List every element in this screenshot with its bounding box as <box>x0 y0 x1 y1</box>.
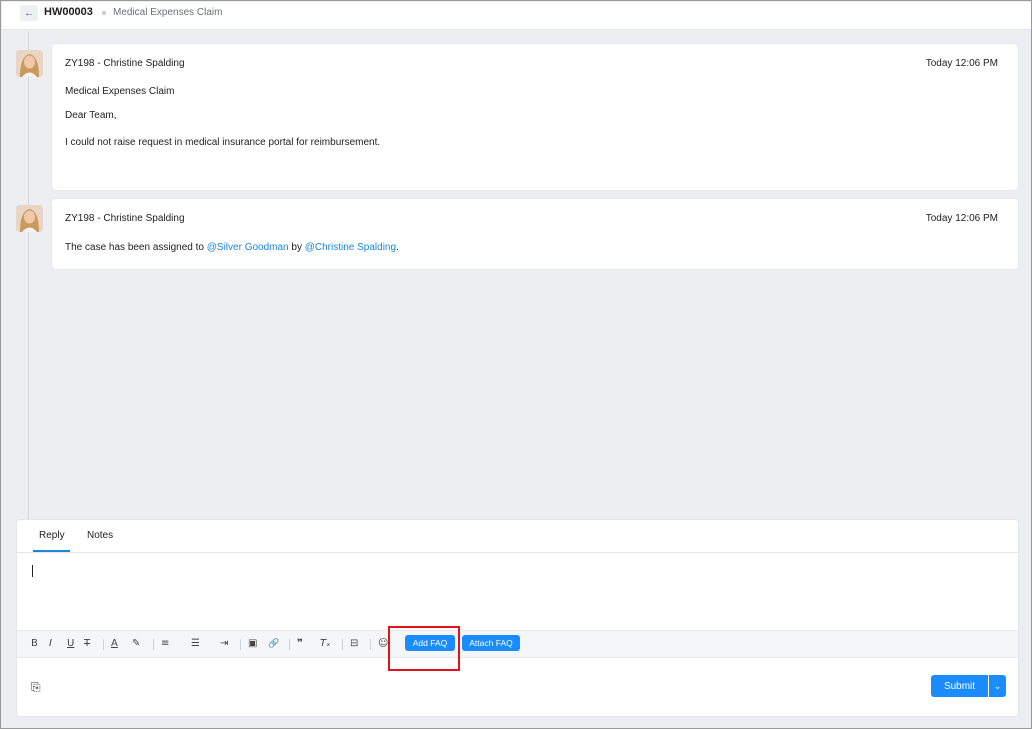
timeline-rail <box>28 31 29 519</box>
tab-reply[interactable]: Reply <box>39 530 65 541</box>
back-button[interactable]: ← <box>20 5 38 21</box>
paperclip-icon[interactable]: ⎘ <box>31 680 41 695</box>
toolbar-divider <box>342 639 343 650</box>
strikethrough-icon[interactable]: T <box>84 637 90 651</box>
composer-tabs: Reply Notes <box>17 520 1018 553</box>
toolbar-divider <box>289 639 290 650</box>
mention-silver-goodman[interactable]: @Silver Goodman <box>207 242 289 253</box>
format-toolbar: B I U T A ✎ ≡ ☰ ⇥ ▣ 🔗 ❞ Tₓ ⊟ ☺ Add FAQ A… <box>17 630 1018 658</box>
assignment-prefix: The case has been assigned to <box>65 242 207 253</box>
message-time: Today 12:06 PM <box>925 213 998 224</box>
toolbar-divider <box>240 639 241 650</box>
clear-format-icon[interactable]: Tₓ <box>320 637 331 651</box>
indent-icon[interactable]: ⇥ <box>220 637 228 651</box>
reply-editor[interactable] <box>17 553 1018 630</box>
avatar <box>16 50 43 77</box>
font-color-icon[interactable]: A <box>111 637 118 651</box>
toolbar-divider <box>103 639 104 650</box>
annotation-highlight-box <box>388 626 460 671</box>
header-bar: ← HW00003 Medical Expenses Claim <box>2 2 1031 30</box>
link-icon[interactable]: 🔗 <box>268 637 279 651</box>
reply-composer: Reply Notes B I U T A ✎ ≡ ☰ ⇥ ▣ 🔗 ❞ Tₓ ⊟ <box>16 519 1019 717</box>
submit-dropdown-button[interactable]: ⌄ <box>989 675 1006 697</box>
message-time: Today 12:06 PM <box>925 58 998 69</box>
mention-christine-spalding[interactable]: @Christine Spalding <box>305 242 396 253</box>
emoji-icon[interactable]: ☺ <box>378 637 388 651</box>
case-title: Medical Expenses Claim <box>113 7 223 18</box>
submit-button[interactable]: Submit <box>931 675 988 697</box>
breadcrumb-separator <box>102 11 106 15</box>
italic-icon[interactable]: I <box>49 637 52 651</box>
assignment-mid: by <box>288 242 305 253</box>
highlight-icon[interactable]: ✎ <box>132 637 140 651</box>
align-icon[interactable]: ≡ <box>161 637 169 651</box>
toolbar-divider <box>153 639 154 650</box>
case-id: HW00003 <box>44 6 93 18</box>
app-window: ← HW00003 Medical Expenses Claim ZY198 -… <box>0 0 1032 729</box>
assignment-text: The case has been assigned to @Silver Go… <box>65 242 399 253</box>
avatar <box>16 205 43 232</box>
toolbar-divider <box>370 639 371 650</box>
assignment-suffix: . <box>396 242 399 253</box>
arrow-left-icon: ← <box>24 7 34 19</box>
list-icon[interactable]: ☰ <box>191 637 200 651</box>
composer-footer: ⎘ Submit ⌄ <box>17 658 1018 718</box>
message-body: I could not raise request in medical ins… <box>65 137 381 148</box>
message-card: ZY198 - Christine Spalding Today 12:06 P… <box>51 198 1019 270</box>
text-caret <box>32 565 33 577</box>
message-author: ZY198 - Christine Spalding <box>65 58 185 69</box>
active-tab-indicator <box>33 550 70 552</box>
underline-icon[interactable]: U <box>67 637 74 651</box>
message-card: ZY198 - Christine Spalding Today 12:06 P… <box>51 43 1019 191</box>
attach-faq-button[interactable]: Attach FAQ <box>462 635 520 651</box>
image-icon[interactable]: ▣ <box>248 637 257 651</box>
message-greeting: Dear Team, <box>65 110 117 121</box>
quote-icon[interactable]: ❞ <box>297 637 303 651</box>
tab-notes[interactable]: Notes <box>87 530 113 541</box>
horizontal-rule-icon[interactable]: ⊟ <box>350 637 358 651</box>
bold-icon[interactable]: B <box>31 637 38 651</box>
message-author: ZY198 - Christine Spalding <box>65 213 185 224</box>
message-subject: Medical Expenses Claim <box>65 86 175 97</box>
chevron-down-icon: ⌄ <box>993 680 1002 691</box>
